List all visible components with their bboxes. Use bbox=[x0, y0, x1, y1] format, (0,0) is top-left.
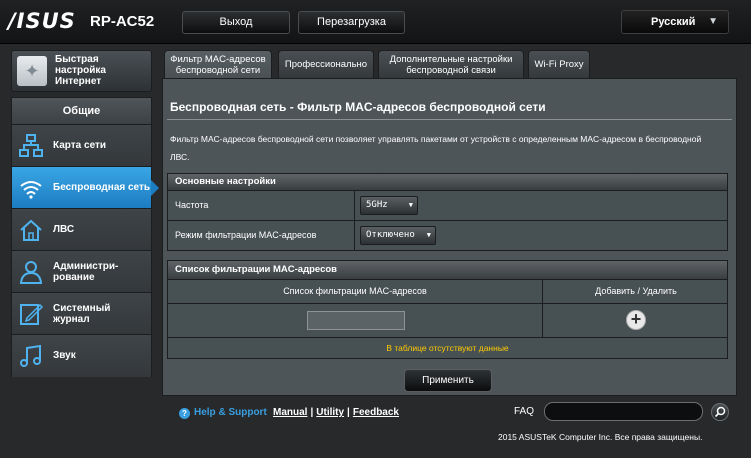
feedback-link[interactable]: Feedback bbox=[353, 407, 399, 418]
frequency-value: 5GHz bbox=[366, 200, 388, 210]
frequency-row: Частота 5GHz ▼ bbox=[167, 191, 728, 221]
chevron-down-icon: ▼ bbox=[426, 231, 431, 239]
tab-advanced-wireless[interactable]: Дополнительные настройки беспроводной св… bbox=[378, 50, 524, 78]
quick-setup-label: Быстрая настройка Интернет bbox=[55, 54, 106, 87]
basic-settings-header: Основные настройки bbox=[167, 173, 728, 191]
filter-mode-row: Режим фильтрации MAC-адресов Отключено ▼ bbox=[167, 221, 728, 251]
faq-search-input[interactable] bbox=[544, 402, 703, 421]
sidebar: Общие Карта сети Беспроводная сеть ЛВС А… bbox=[11, 97, 159, 377]
frequency-select[interactable]: 5GHz ▼ bbox=[360, 196, 418, 215]
page-description: Фильтр MAC-адресов беспроводной сети поз… bbox=[170, 134, 702, 162]
language-value: Русский bbox=[651, 16, 696, 28]
main-panel: Беспроводная сеть - Фильтр MAC-адресов б… bbox=[162, 78, 737, 396]
faq-label: FAQ bbox=[514, 406, 535, 417]
add-icon[interactable]: + bbox=[626, 310, 646, 330]
tab-mac-filter[interactable]: Фильтр MAC-адресов беспроводной сети bbox=[164, 50, 272, 78]
logout-button[interactable]: Выход bbox=[182, 11, 290, 34]
sidebar-item-sound[interactable]: Звук bbox=[12, 335, 151, 377]
footer-links: Manual | Utility | Feedback bbox=[273, 407, 399, 418]
help-icon: ? bbox=[179, 408, 190, 419]
filter-table-header: Список фильтрации MAC-адресов Добавить /… bbox=[167, 280, 728, 304]
filter-mode-label: Режим фильтрации MAC-адресов bbox=[175, 230, 317, 240]
column-divider bbox=[354, 221, 355, 250]
sidebar-item-label: Карта сети bbox=[53, 140, 107, 151]
music-note-icon bbox=[20, 344, 41, 367]
copyright-text: 2015 ASUSTeK Computer Inc. Все права защ… bbox=[498, 432, 703, 442]
tab-professional[interactable]: Профессионально bbox=[278, 50, 374, 78]
filter-mode-value: Отключено bbox=[366, 230, 415, 240]
apply-button[interactable]: Применить bbox=[404, 369, 492, 392]
network-map-icon bbox=[19, 134, 43, 157]
house-icon bbox=[20, 219, 42, 241]
frequency-label: Частота bbox=[175, 200, 209, 210]
model-name: RP-AC52 bbox=[90, 13, 155, 30]
wifi-icon bbox=[20, 181, 42, 199]
link-separator: | bbox=[347, 407, 350, 418]
sidebar-item-administration[interactable]: Администри-рование bbox=[12, 251, 151, 293]
top-header: /ISUS RP-AC52 Выход Перезагрузка Русский… bbox=[0, 0, 751, 44]
search-button[interactable] bbox=[711, 403, 729, 421]
chevron-down-icon: ▼ bbox=[708, 16, 718, 27]
search-icon bbox=[714, 406, 726, 418]
sidebar-item-network-map[interactable]: Карта сети bbox=[12, 125, 151, 167]
manual-link[interactable]: Manual bbox=[273, 407, 307, 418]
column-add-delete: Добавить / Удалить bbox=[542, 280, 729, 303]
quick-internet-setup-button[interactable]: ✦ Быстрая настройка Интернет bbox=[11, 50, 152, 92]
reboot-button[interactable]: Перезагрузка bbox=[298, 11, 405, 34]
column-divider bbox=[354, 191, 355, 220]
sidebar-item-label: Беспроводная сеть bbox=[53, 182, 151, 193]
asus-logo: /ISUS bbox=[8, 9, 76, 33]
empty-table-message: В таблице отсутствуют данные bbox=[167, 338, 728, 359]
filter-input-row: + bbox=[167, 304, 728, 338]
sidebar-item-label: ЛВС bbox=[53, 224, 75, 235]
help-support-label: Help & Support bbox=[194, 407, 267, 418]
utility-link[interactable]: Utility bbox=[316, 407, 344, 418]
column-divider bbox=[542, 304, 543, 337]
filter-mode-select[interactable]: Отключено ▼ bbox=[360, 226, 436, 245]
page-title: Беспроводная сеть - Фильтр MAC-адресов б… bbox=[170, 100, 546, 114]
sidebar-item-label: Звук bbox=[53, 350, 76, 361]
sidebar-item-system-log[interactable]: Системный журнал bbox=[12, 293, 151, 335]
sidebar-item-wireless[interactable]: Беспроводная сеть bbox=[12, 167, 159, 209]
admin-user-icon bbox=[19, 261, 43, 284]
tab-wifi-proxy[interactable]: Wi-Fi Proxy bbox=[528, 50, 590, 78]
language-select[interactable]: Русский ▼ bbox=[621, 10, 729, 34]
sidebar-item-label: Системный журнал bbox=[53, 302, 111, 325]
link-separator: | bbox=[310, 407, 314, 418]
mac-address-input[interactable] bbox=[307, 311, 405, 330]
sidebar-section-title: Общие bbox=[12, 98, 151, 125]
title-divider bbox=[167, 119, 732, 120]
sidebar-item-lan[interactable]: ЛВС bbox=[12, 209, 151, 251]
column-mac-list: Список фильтрации MAC-адресов bbox=[283, 286, 427, 296]
magic-wand-icon: ✦ bbox=[17, 56, 47, 86]
chevron-down-icon: ▼ bbox=[408, 201, 413, 209]
filter-list-header: Список фильтрации MAC-адресов bbox=[167, 260, 728, 280]
system-log-icon bbox=[20, 303, 44, 325]
sidebar-item-label: Администри-рование bbox=[53, 260, 119, 283]
